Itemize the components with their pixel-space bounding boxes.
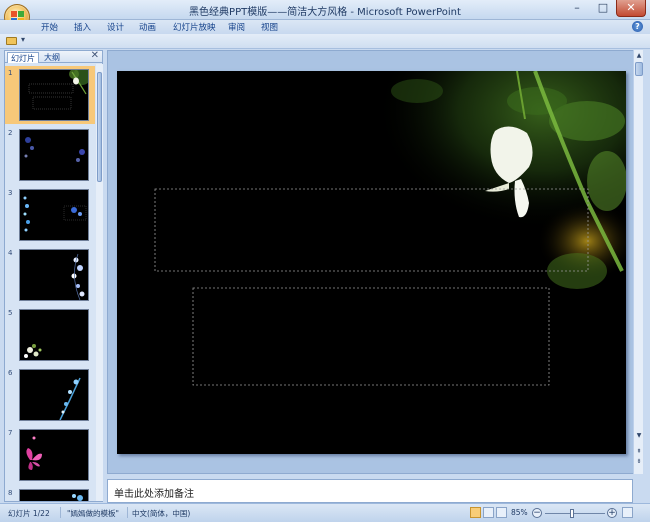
quick-access-toolbar: ▾ [0, 34, 650, 49]
slide-number: 3 [8, 189, 13, 197]
window-controls: – □ ✕ [564, 0, 646, 17]
panel-tabs: 幻灯片 大纲 ✕ [5, 50, 102, 63]
thumbnail-image [19, 129, 89, 181]
slide-sorter-icon[interactable] [483, 507, 494, 518]
slide-thumb-3[interactable]: 3 [5, 186, 95, 244]
maximize-button[interactable]: □ [590, 0, 616, 17]
subtitle-placeholder [192, 287, 550, 386]
thumbnail-image [19, 309, 89, 361]
normal-view-icon[interactable] [470, 507, 481, 518]
current-slide[interactable] [117, 71, 626, 454]
tab-slides[interactable]: 幻灯片 [7, 52, 39, 63]
slide-editor [107, 50, 643, 474]
scroll-down-icon[interactable]: ▼ [635, 432, 643, 439]
zoom-slider-thumb[interactable] [570, 509, 574, 518]
tab-insert[interactable]: 插入 [74, 21, 91, 33]
editor-scrollbar[interactable]: ▲ ▼ ⇞ ⇟ [633, 50, 643, 474]
zoom-in-icon[interactable]: + [607, 508, 617, 518]
window-title: 黑色经典PPT模版——简洁大方风格 - Microsoft PowerPoint [189, 7, 461, 18]
ribbon-tabs: 开始 插入 设计 动画 幻灯片放映 审阅 视图 ? [0, 20, 650, 34]
panel-scrollbar[interactable] [96, 64, 103, 501]
tab-outline[interactable]: 大纲 [41, 52, 63, 63]
thumbnail-image [19, 189, 89, 241]
tab-review[interactable]: 审阅 [228, 21, 245, 33]
slides-panel: 幻灯片 大纲 ✕ 1 2 3 4 5 6 7 8 [4, 50, 103, 502]
zoom-level[interactable]: 85% [511, 508, 528, 517]
thumbnail-image [19, 369, 89, 421]
thumbnail-image [19, 69, 89, 121]
slide-number: 1 [8, 69, 13, 77]
theme-name: "嫣嫣做的模板" [67, 509, 119, 518]
customize-qat-arrow-icon[interactable]: ▾ [21, 35, 25, 44]
zoom-out-icon[interactable]: − [532, 508, 542, 518]
slide-thumb-6[interactable]: 6 [5, 366, 95, 424]
minimize-button[interactable]: – [564, 0, 590, 17]
slideshow-view-icon[interactable] [496, 507, 507, 518]
slide-number: 8 [8, 489, 13, 497]
slide-counter: 幻灯片 1/22 [8, 509, 50, 518]
tab-home[interactable]: 开始 [41, 21, 58, 33]
status-bar: 幻灯片 1/22 "嫣嫣做的模板" 中文(简体，中国) 85% − + [0, 503, 650, 522]
tab-slideshow[interactable]: 幻灯片放映 [173, 21, 216, 33]
slide-thumb-5[interactable]: 5 [5, 306, 95, 364]
open-folder-icon[interactable] [6, 37, 17, 45]
slide-thumb-4[interactable]: 4 [5, 246, 95, 304]
tab-view[interactable]: 视图 [261, 21, 278, 33]
slide-thumb-8[interactable]: 8 [5, 486, 95, 501]
slide-thumb-7[interactable]: 7 [5, 426, 95, 484]
title-bar: 黑色经典PPT模版——简洁大方风格 - Microsoft PowerPoint… [0, 0, 650, 20]
fit-to-window-icon[interactable] [622, 507, 633, 518]
divider [127, 507, 128, 518]
slide-thumbnails: 1 2 3 4 5 6 7 8 [5, 64, 95, 501]
help-icon[interactable]: ? [632, 21, 643, 32]
thumbnail-image [19, 489, 89, 501]
divider [60, 507, 61, 518]
slide-thumb-1[interactable]: 1 [5, 66, 95, 124]
slide-thumb-2[interactable]: 2 [5, 126, 95, 184]
slide-number: 2 [8, 129, 13, 137]
notes-placeholder: 单击此处添加备注 [114, 489, 194, 500]
language-status[interactable]: 中文(简体，中国) [132, 508, 190, 519]
panel-scroll-thumb[interactable] [97, 72, 102, 182]
thumbnail-image [19, 249, 89, 301]
close-button[interactable]: ✕ [616, 0, 646, 17]
slide-number: 5 [8, 309, 13, 317]
previous-slide-icon[interactable]: ⇞ [635, 448, 643, 455]
slide-number: 4 [8, 249, 13, 257]
slide-number: 7 [8, 429, 13, 437]
editor-scroll-thumb[interactable] [635, 62, 643, 76]
close-panel-icon[interactable]: ✕ [91, 50, 99, 61]
next-slide-icon[interactable]: ⇟ [635, 458, 643, 465]
slide-number: 6 [8, 369, 13, 377]
zoom-slider[interactable] [545, 513, 605, 514]
slide-flower-image [154, 71, 626, 386]
notes-pane[interactable]: 单击此处添加备注 [107, 479, 633, 503]
tab-design[interactable]: 设计 [107, 21, 124, 33]
tab-animation[interactable]: 动画 [139, 21, 156, 33]
thumbnail-image [19, 429, 89, 481]
scroll-up-icon[interactable]: ▲ [635, 52, 643, 59]
